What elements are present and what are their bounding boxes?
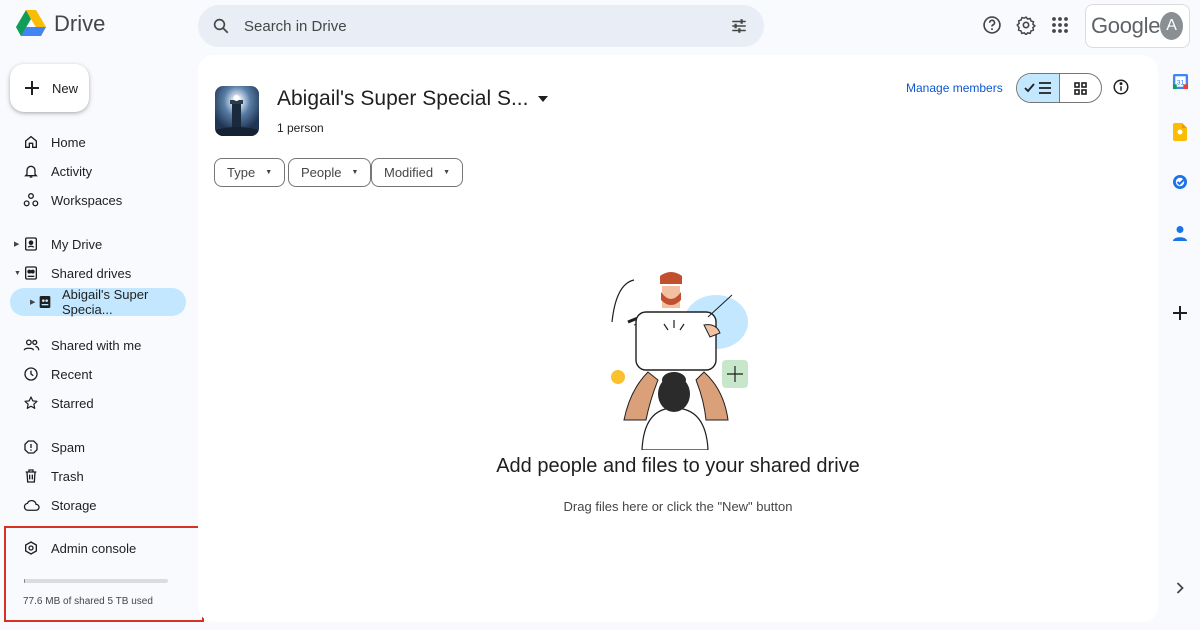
- filter-people-chip[interactable]: People ▼: [288, 158, 372, 187]
- search-icon[interactable]: [212, 17, 230, 35]
- drive-title-menu[interactable]: Abigail's Super Special S...: [277, 87, 549, 111]
- storage-progress-fill: [24, 579, 25, 583]
- expand-caret-icon[interactable]: ▶: [14, 240, 19, 248]
- storage-usage-text: 77.6 MB of shared 5 TB used: [23, 596, 153, 607]
- sidebar-item-shared-drives[interactable]: ▼ Shared drives: [10, 259, 186, 287]
- sidebar-item-label: Abigail's Super Specia...: [62, 287, 149, 317]
- workspaces-icon: [22, 191, 40, 209]
- app-name: Drive: [54, 10, 106, 36]
- empty-state-illustration: [611, 272, 748, 450]
- account-switcher[interactable]: Google A: [1085, 4, 1190, 48]
- collapse-caret-icon[interactable]: ▼: [14, 270, 21, 277]
- bell-icon: [22, 162, 40, 180]
- home-icon: [22, 133, 40, 151]
- sidebar-item-trash[interactable]: Trash: [10, 462, 186, 490]
- chevron-down-icon: ▼: [443, 169, 451, 176]
- sidebar-item-label: My Drive: [51, 236, 103, 252]
- google-wordmark: Google: [1091, 13, 1161, 38]
- drive-thumbnail: [215, 86, 259, 136]
- search-bar[interactable]: Search in Drive: [198, 5, 764, 47]
- sidebar-item-activity[interactable]: Activity: [10, 157, 186, 185]
- sidebar-item-label: Admin console: [51, 540, 137, 556]
- sidebar-item-recent[interactable]: Recent: [10, 360, 186, 388]
- dropdown-arrow-icon: [538, 96, 549, 102]
- spam-icon: [22, 438, 40, 456]
- clock-icon: [22, 365, 40, 383]
- sidebar-item-admin-console[interactable]: Admin console: [10, 534, 186, 562]
- chevron-down-icon: ▼: [351, 169, 359, 176]
- gear-icon[interactable]: [1015, 14, 1037, 36]
- add-addon-icon[interactable]: [1171, 304, 1189, 322]
- new-button[interactable]: New: [10, 64, 89, 112]
- sidebar-item-starred[interactable]: Starred: [10, 389, 186, 417]
- calendar-icon[interactable]: 31: [1171, 72, 1189, 90]
- manage-members-link[interactable]: Manage members: [906, 81, 1003, 95]
- empty-state-title: Add people and files to your shared driv…: [496, 455, 860, 477]
- star-icon: [22, 394, 40, 412]
- drive-title: Abigail's Super Special S...: [277, 87, 529, 110]
- chevron-down-icon: ▼: [265, 169, 273, 176]
- admin-shield-icon: [22, 539, 40, 557]
- people-icon: [22, 336, 40, 354]
- sidebar-item-label: Storage: [51, 497, 97, 513]
- chip-label: Modified: [384, 165, 434, 180]
- sidebar-item-label: Spam: [51, 439, 85, 455]
- filter-modified-chip[interactable]: Modified ▼: [371, 158, 464, 187]
- keep-icon[interactable]: [1171, 123, 1189, 141]
- search-options-icon[interactable]: [730, 17, 748, 35]
- sidebar-item-spam[interactable]: Spam: [10, 433, 186, 461]
- avatar[interactable]: A: [1160, 12, 1183, 40]
- sidebar-item-my-drive[interactable]: ▶ My Drive: [10, 230, 186, 258]
- chip-label: People: [301, 165, 342, 180]
- view-toggle[interactable]: [1016, 73, 1102, 103]
- sidebar-item-workspaces[interactable]: Workspaces: [10, 186, 186, 214]
- search-input[interactable]: Search in Drive: [244, 18, 730, 35]
- grid-view-button[interactable]: [1060, 74, 1102, 102]
- new-button-label: New: [52, 80, 79, 96]
- svg-text:31: 31: [1176, 79, 1184, 86]
- expand-caret-icon[interactable]: ▶: [30, 298, 35, 306]
- sidebar-item-home[interactable]: Home: [10, 128, 186, 156]
- cloud-icon: [22, 496, 40, 514]
- drive-logo[interactable]: Drive: [16, 10, 105, 37]
- info-icon[interactable]: [1112, 78, 1130, 101]
- sidebar-item-storage[interactable]: Storage: [10, 491, 186, 519]
- sidebar-item-label: Starred: [51, 395, 94, 411]
- chevron-right-icon[interactable]: [1171, 579, 1189, 597]
- main-panel: Abigail's Super Special S... 1 person Ma…: [198, 55, 1158, 622]
- chip-label: Type: [227, 165, 256, 180]
- storage-progress-bar: [24, 579, 168, 583]
- my-drive-icon: [22, 235, 40, 253]
- sidebar-item-label: Trash: [51, 468, 84, 484]
- member-count: 1 person: [277, 121, 324, 135]
- tasks-icon[interactable]: [1171, 173, 1189, 191]
- contacts-icon[interactable]: [1171, 224, 1189, 242]
- grid-view-icon: [1073, 81, 1087, 95]
- sidebar-item-label: Activity: [51, 163, 93, 179]
- sidebar-item-abigails-drive[interactable]: ▶ Abigail's Super Specia...: [10, 287, 186, 317]
- sidebar-item-label: Shared with me: [51, 337, 142, 353]
- help-icon[interactable]: [981, 14, 1003, 36]
- sidebar-item-label: Home: [51, 134, 86, 150]
- empty-state-subtitle: Drag files here or click the "New" butto…: [563, 499, 793, 514]
- list-view-icon: [1024, 82, 1051, 94]
- plus-icon: [25, 81, 39, 95]
- sidebar-item-label: Workspaces: [51, 192, 123, 208]
- sidebar-item-label: Shared drives: [51, 265, 132, 281]
- apps-grid-icon[interactable]: [1049, 14, 1071, 36]
- sidebar-item-label: Recent: [51, 366, 93, 382]
- sidebar-item-shared-with-me[interactable]: Shared with me: [10, 331, 186, 359]
- filter-type-chip[interactable]: Type ▼: [214, 158, 286, 187]
- shared-drive-icon: [37, 293, 53, 311]
- trash-icon: [22, 467, 40, 485]
- list-view-button[interactable]: [1017, 74, 1060, 102]
- drive-logo-icon: [16, 10, 46, 36]
- shared-drives-icon: [22, 264, 40, 282]
